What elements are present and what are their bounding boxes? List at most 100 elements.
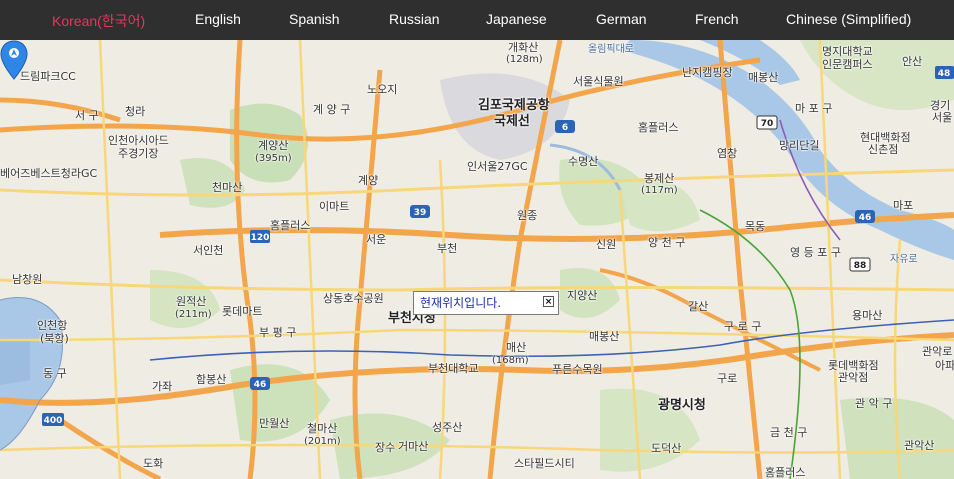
map-label: 염창	[717, 147, 738, 160]
map-label: 베어즈베스트청라GC	[0, 167, 98, 180]
map-label: 구로	[717, 372, 738, 385]
map-label: 관악로	[922, 345, 953, 358]
map-label: 서인천	[193, 244, 224, 257]
map-label: 계 양 구	[313, 103, 351, 116]
map-label: 매산	[506, 341, 527, 354]
map-label: 매봉산	[589, 330, 620, 343]
map-label: 올림픽대로	[588, 44, 634, 55]
map-label: 롯데마트	[222, 305, 263, 318]
map-label: 서운	[366, 233, 387, 246]
map-label: 마포	[893, 199, 914, 212]
map-label: 자유로	[890, 254, 918, 265]
map-label: 광명시청	[658, 398, 706, 413]
popup-message: 현재위치입니다.	[420, 296, 502, 310]
map-label: 개화산	[508, 41, 539, 54]
map-label: 신원	[596, 238, 617, 251]
current-location-popup: 현재위치입니다. ×	[413, 291, 559, 315]
map-label: 난지캠핑장	[682, 66, 733, 79]
map-label: 서 구	[75, 109, 99, 122]
map-label: 계양산	[258, 139, 289, 152]
map-label: 관악산	[904, 439, 935, 452]
lang-korean[interactable]: Korean(한국어)	[52, 11, 145, 31]
map-label: 구 로 구	[724, 320, 762, 333]
lang-chinese[interactable]: Chinese (Simplified)	[786, 11, 911, 27]
route-shield-48: 48	[938, 69, 951, 79]
language-navbar: Korean(한국어) English Spanish Russian Japa…	[0, 0, 954, 40]
lang-german[interactable]: German	[596, 11, 647, 27]
map-label: 인천아시아드	[108, 134, 169, 147]
map-label: 청라	[125, 105, 146, 118]
map-label: 인문캠퍼스	[822, 58, 873, 71]
map-label: 천마산	[212, 181, 243, 194]
lang-japanese[interactable]: Japanese	[486, 11, 547, 27]
map-label: 금 천 구	[770, 426, 808, 439]
map-label: (168m)	[492, 355, 529, 366]
map-label: (395m)	[255, 153, 292, 164]
location-pin-icon[interactable]	[0, 40, 28, 80]
map-label: 마 포 구	[795, 102, 833, 115]
lang-russian[interactable]: Russian	[389, 11, 440, 27]
map-label: 원적산	[176, 295, 207, 308]
map-label: 망리단길	[779, 139, 820, 152]
map-label: (117m)	[641, 185, 678, 196]
map-label: 가좌	[152, 380, 173, 393]
map-label: (북항)	[40, 332, 69, 345]
map-label: (211m)	[175, 309, 212, 320]
map-label: 서울	[932, 111, 953, 124]
map-label: 도덕산	[651, 442, 682, 455]
map-label: 지양산	[567, 289, 598, 302]
map-label: (128m)	[506, 54, 543, 65]
map-label: 부천대학교	[428, 362, 479, 375]
route-shield-88: 88	[854, 261, 867, 271]
route-shield-400: 400	[44, 416, 63, 426]
map-label: 관 악 구	[855, 397, 893, 410]
map-label: 함봉산	[196, 373, 227, 386]
map-label: 부천	[437, 242, 458, 255]
map-label: 국제선	[494, 114, 530, 129]
map-label: 남창원	[12, 273, 43, 286]
map-label: 신촌점	[868, 143, 899, 156]
map-label: 노오지	[367, 83, 398, 96]
map-label: 영 등 포 구	[790, 246, 841, 259]
lang-english[interactable]: English	[195, 11, 241, 27]
close-icon[interactable]: ×	[543, 296, 554, 307]
map-label: 도화	[143, 457, 164, 470]
map-label: 김포국제공항	[478, 98, 550, 113]
map-canvas[interactable]: 6 70 120 39 88 46 46 400 48 드림파크CC 청라 서 …	[0, 40, 954, 479]
map-label: 서울식물원	[573, 75, 624, 88]
map-label: 푸른수목원	[552, 363, 603, 376]
route-shield-70: 70	[761, 119, 774, 129]
map-label: 홈플러스	[270, 219, 311, 232]
map-label: 스타필드시티	[514, 457, 575, 470]
map-label: 명지대학교	[822, 45, 873, 58]
map-label: 매봉산	[748, 71, 779, 84]
map-label: 동 구	[43, 367, 67, 380]
map-label: 인서울27GC	[467, 160, 528, 173]
route-shield-46a: 46	[859, 213, 872, 223]
map-label: 수명산	[568, 155, 599, 168]
route-shield-120: 120	[251, 233, 270, 243]
map-label: 계양	[358, 174, 379, 187]
map-label: 철마산	[307, 422, 338, 435]
lang-spanish[interactable]: Spanish	[289, 11, 340, 27]
map-label: 관악점	[838, 371, 869, 384]
map-label: (201m)	[304, 436, 341, 447]
map-label: 홈플러스	[765, 466, 806, 479]
map-label: 양 천 구	[648, 236, 686, 249]
map-label: 거마산	[398, 440, 429, 453]
map-label: 주경기장	[118, 147, 159, 160]
route-shield-6: 6	[562, 123, 568, 133]
map-label: 성주산	[432, 421, 463, 434]
lang-french[interactable]: French	[695, 11, 739, 27]
route-shield-39: 39	[414, 208, 427, 218]
map-label: 상동호수공원	[323, 292, 384, 305]
map-label: 갈산	[688, 300, 709, 313]
map-label: 드림파크CC	[20, 70, 76, 83]
map-label: 장수	[375, 441, 396, 454]
map-label: 인천항	[37, 319, 68, 332]
map-label: 부 평 구	[259, 326, 297, 339]
map-label: 원종	[517, 209, 538, 222]
map-label: 만월산	[259, 417, 290, 430]
map-label: 봉제산	[644, 172, 675, 185]
route-shield-46b: 46	[254, 380, 267, 390]
